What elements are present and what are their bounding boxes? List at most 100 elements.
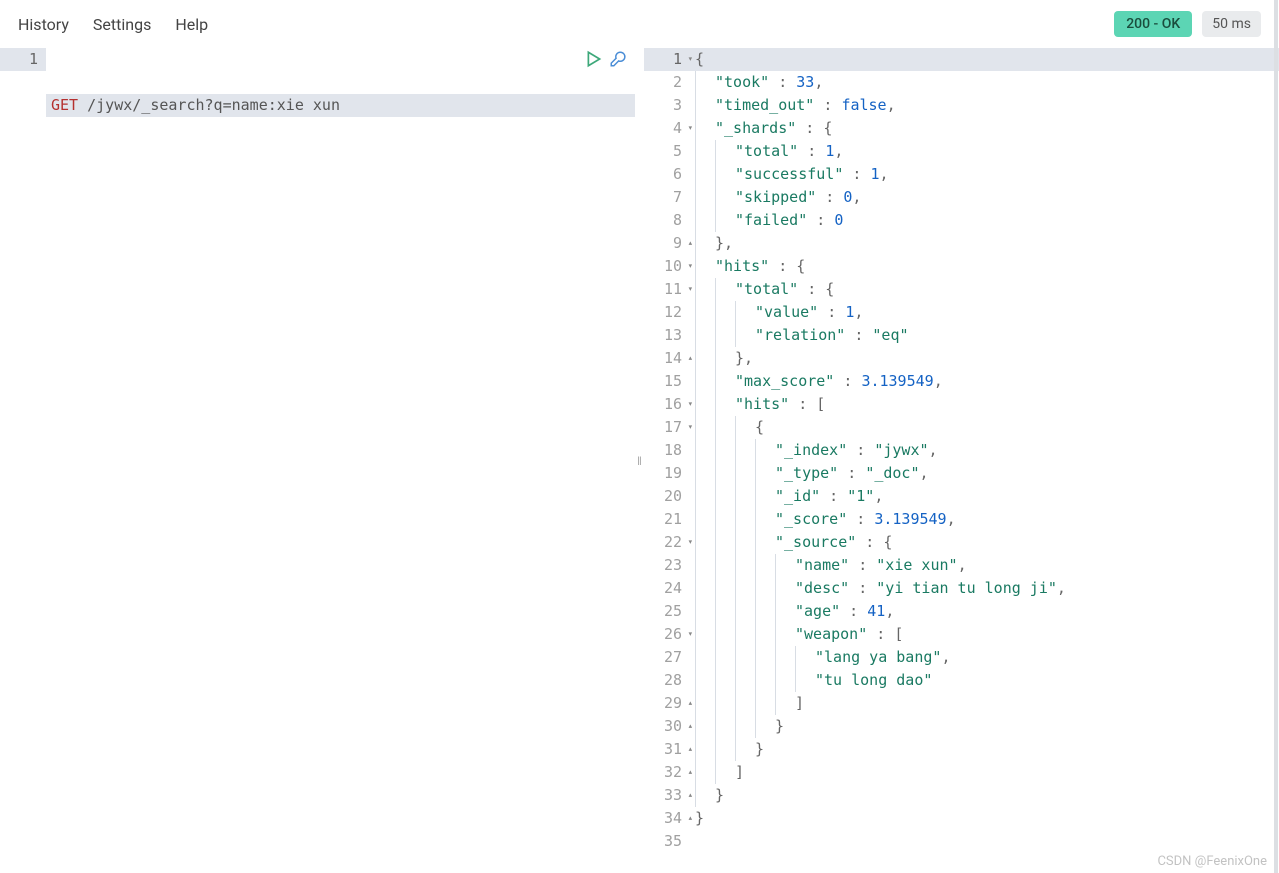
line-number: 18 — [644, 439, 690, 462]
line-number: 4▾ — [644, 117, 690, 140]
response-line[interactable]: "total" : 1, — [690, 140, 1279, 163]
fold-toggle-icon[interactable]: ▴ — [688, 347, 693, 370]
line-number: 1 — [0, 48, 46, 71]
response-line[interactable]: "_index" : "jywx", — [690, 439, 1279, 462]
response-line[interactable]: "tu long dao" — [690, 669, 1279, 692]
response-line[interactable]: "lang ya bang", — [690, 646, 1279, 669]
status-area: 200 - OK 50 ms — [1114, 11, 1261, 37]
line-number: 3 — [644, 94, 690, 117]
fold-toggle-icon[interactable]: ▾ — [688, 255, 693, 278]
response-line[interactable]: "hits" : { — [690, 255, 1279, 278]
line-number: 24 — [644, 577, 690, 600]
fold-toggle-icon[interactable]: ▾ — [688, 623, 693, 646]
line-number: 26▾ — [644, 623, 690, 646]
response-line[interactable]: "desc" : "yi tian tu long ji", — [690, 577, 1279, 600]
response-line[interactable]: "name" : "xie xun", — [690, 554, 1279, 577]
fold-toggle-icon[interactable]: ▾ — [688, 48, 693, 71]
line-number: 16▾ — [644, 393, 690, 416]
response-line[interactable]: ] — [690, 692, 1279, 715]
topbar: History Settings Help 200 - OK 50 ms — [0, 0, 1279, 48]
fold-toggle-icon[interactable]: ▾ — [688, 416, 693, 439]
line-number: 31▴ — [644, 738, 690, 761]
line-number: 17▾ — [644, 416, 690, 439]
scrollbar-track[interactable] — [1274, 0, 1278, 873]
http-path: /jywx/_search?q=name:xie xun — [78, 96, 340, 114]
fold-toggle-icon[interactable]: ▾ — [688, 278, 693, 301]
response-line[interactable]: ] — [690, 761, 1279, 784]
line-number: 27 — [644, 646, 690, 669]
fold-toggle-icon[interactable]: ▴ — [688, 807, 693, 830]
response-line[interactable]: } — [690, 738, 1279, 761]
response-pane[interactable]: 1▾234▾56789▴10▾11▾121314▴1516▾17▾1819202… — [644, 48, 1279, 873]
line-number: 28 — [644, 669, 690, 692]
response-line[interactable]: } — [690, 807, 1279, 830]
response-line[interactable]: "_type" : "_doc", — [690, 462, 1279, 485]
line-number: 19 — [644, 462, 690, 485]
fold-toggle-icon[interactable]: ▴ — [688, 761, 693, 784]
fold-toggle-icon[interactable]: ▾ — [688, 393, 693, 416]
response-line[interactable]: "value" : 1, — [690, 301, 1279, 324]
fold-toggle-icon[interactable]: ▴ — [688, 738, 693, 761]
request-line[interactable]: GET /jywx/_search?q=name:xie xun — [46, 94, 635, 117]
response-line[interactable]: "took" : 33, — [690, 71, 1279, 94]
response-line[interactable]: "age" : 41, — [690, 600, 1279, 623]
response-line[interactable]: "max_score" : 3.139549, — [690, 370, 1279, 393]
response-line[interactable]: "relation" : "eq" — [690, 324, 1279, 347]
line-number: 1▾ — [644, 48, 690, 71]
fold-toggle-icon[interactable]: ▴ — [688, 232, 693, 255]
response-line[interactable]: "_id" : "1", — [690, 485, 1279, 508]
response-line[interactable]: } — [690, 715, 1279, 738]
menu-help[interactable]: Help — [175, 15, 208, 34]
response-line[interactable]: "skipped" : 0, — [690, 186, 1279, 209]
line-number: 7 — [644, 186, 690, 209]
line-number: 33▴ — [644, 784, 690, 807]
request-code[interactable]: GET /jywx/_search?q=name:xie xun — [46, 48, 635, 873]
response-code[interactable]: {"took" : 33,"timed_out" : false,"_shard… — [690, 48, 1279, 873]
pane-divider[interactable] — [635, 48, 644, 873]
response-gutter: 1▾234▾56789▴10▾11▾121314▴1516▾17▾1819202… — [644, 48, 690, 873]
fold-toggle-icon[interactable]: ▾ — [688, 531, 693, 554]
line-number: 22▾ — [644, 531, 690, 554]
line-number: 12 — [644, 301, 690, 324]
http-method: GET — [51, 96, 78, 114]
response-line[interactable]: }, — [690, 347, 1279, 370]
menu-settings[interactable]: Settings — [93, 15, 151, 34]
response-line[interactable]: "timed_out" : false, — [690, 94, 1279, 117]
fold-toggle-icon[interactable]: ▾ — [688, 117, 693, 140]
line-number: 20 — [644, 485, 690, 508]
line-number: 11▾ — [644, 278, 690, 301]
line-number: 21 — [644, 508, 690, 531]
response-line[interactable] — [690, 830, 1279, 853]
response-line[interactable]: "failed" : 0 — [690, 209, 1279, 232]
request-actions — [585, 50, 627, 68]
response-line[interactable]: }, — [690, 232, 1279, 255]
response-line[interactable]: "hits" : [ — [690, 393, 1279, 416]
fold-toggle-icon[interactable]: ▴ — [688, 784, 693, 807]
menu-history[interactable]: History — [18, 15, 69, 34]
line-number: 32▴ — [644, 761, 690, 784]
editor-panes: 1 GET /jywx/_search?q=name:xie xun 1▾234… — [0, 48, 1279, 873]
response-line[interactable]: "_score" : 3.139549, — [690, 508, 1279, 531]
line-number: 10▾ — [644, 255, 690, 278]
response-line[interactable]: "weapon" : [ — [690, 623, 1279, 646]
response-line[interactable]: "_source" : { — [690, 531, 1279, 554]
run-icon[interactable] — [585, 50, 603, 68]
response-line[interactable]: "_shards" : { — [690, 117, 1279, 140]
wrench-icon[interactable] — [609, 50, 627, 68]
line-number: 29▴ — [644, 692, 690, 715]
line-number: 8 — [644, 209, 690, 232]
request-pane[interactable]: 1 GET /jywx/_search?q=name:xie xun — [0, 48, 635, 873]
fold-toggle-icon[interactable]: ▴ — [688, 715, 693, 738]
response-line[interactable]: { — [690, 48, 1279, 71]
fold-toggle-icon[interactable]: ▴ — [688, 692, 693, 715]
line-number: 30▴ — [644, 715, 690, 738]
line-number: 34▴ — [644, 807, 690, 830]
response-line[interactable]: "total" : { — [690, 278, 1279, 301]
status-badge[interactable]: 200 - OK — [1114, 11, 1192, 37]
response-line[interactable]: { — [690, 416, 1279, 439]
time-badge: 50 ms — [1202, 11, 1261, 37]
request-gutter: 1 — [0, 48, 46, 873]
response-line[interactable]: "successful" : 1, — [690, 163, 1279, 186]
response-line[interactable]: } — [690, 784, 1279, 807]
line-number: 9▴ — [644, 232, 690, 255]
